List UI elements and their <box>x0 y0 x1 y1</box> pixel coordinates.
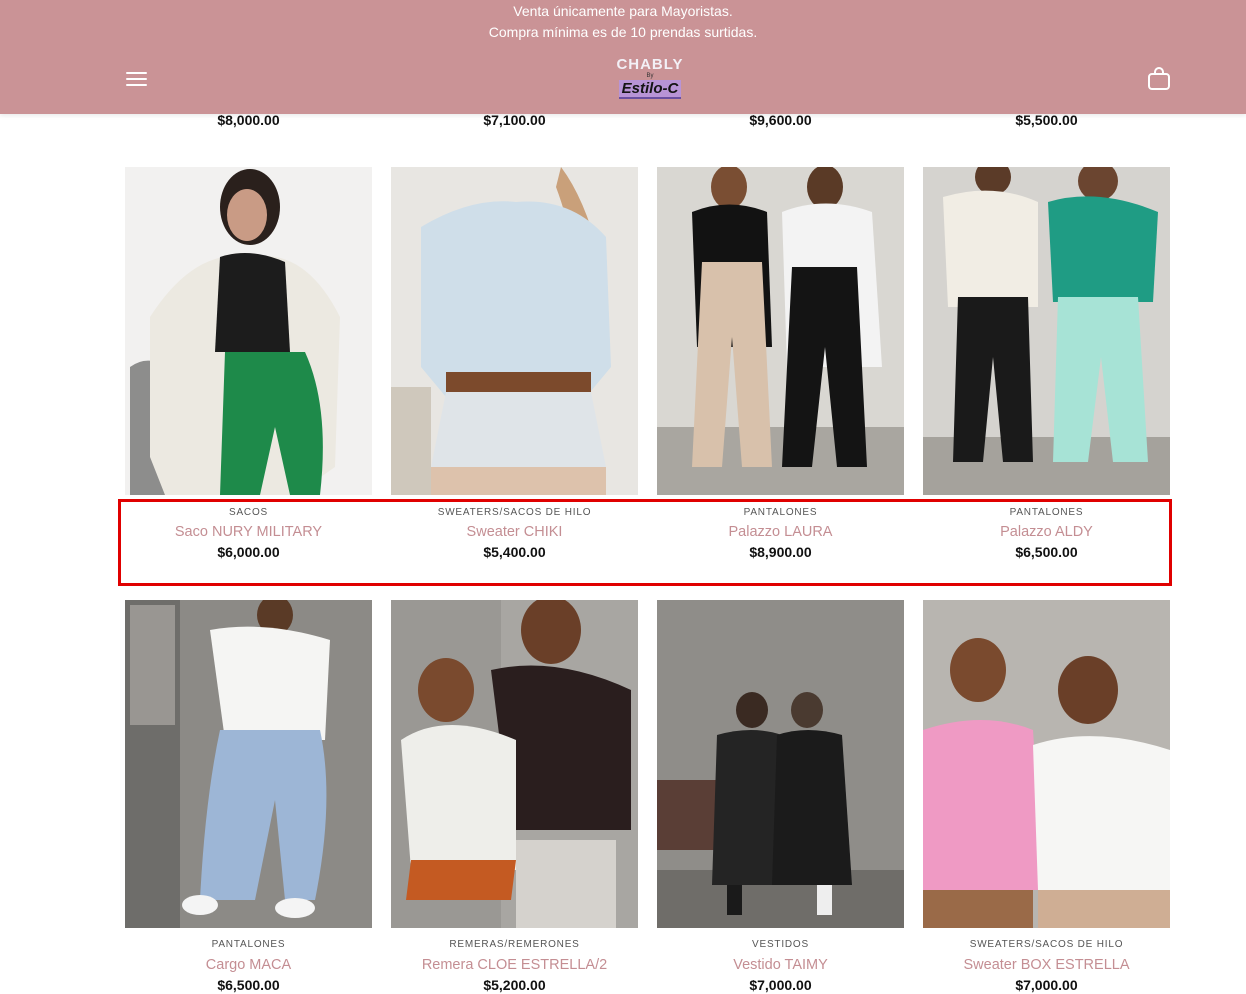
product-image[interactable] <box>125 600 372 928</box>
product-category: VESTIDOS <box>752 939 809 950</box>
product-name-link[interactable]: Sweater CHIKI <box>391 523 638 541</box>
product-image[interactable] <box>923 600 1170 928</box>
product-price: $8,900.00 <box>749 544 812 560</box>
product-name-link[interactable]: Vestido TAIMY <box>657 956 904 974</box>
product-category: SACOS <box>228 507 268 518</box>
logo-by-text: By <box>646 73 654 79</box>
hamburger-menu-icon[interactable] <box>126 70 148 88</box>
product-price: $7,000.00 <box>749 977 812 993</box>
product-name-link[interactable]: Cargo MACA <box>125 956 372 974</box>
product-price: $5,400.00 <box>483 544 546 560</box>
wholesale-notice: Venta únicamente para Mayoristas. <box>513 3 733 19</box>
product-price: $6,500.00 <box>1015 544 1078 560</box>
product-image[interactable] <box>657 167 904 495</box>
product-image[interactable] <box>125 167 372 495</box>
product-price: $6,000.00 <box>217 544 280 560</box>
product-name-link[interactable]: Remera CLOE ESTRELLA/2 <box>391 956 638 974</box>
product-category: SWEATERS/SACOS DE HILO <box>437 507 592 518</box>
product-category: SWEATERS/SACOS DE HILO <box>969 939 1124 950</box>
shopping-bag-icon[interactable] <box>1147 66 1171 91</box>
product-name-link[interactable]: Sweater BOX ESTRELLA <box>923 956 1170 974</box>
logo-brand-name: CHABLY <box>616 56 684 73</box>
product-category: REMERAS/REMERONES <box>449 939 580 950</box>
product-name-link[interactable]: Palazzo ALDY <box>923 523 1170 541</box>
product-name-link[interactable]: Saco NURY MILITARY <box>125 523 372 541</box>
product-image[interactable] <box>923 167 1170 495</box>
product-name-link[interactable]: Palazzo LAURA <box>657 523 904 541</box>
logo-sub-brand: Estilo-C <box>618 80 682 99</box>
product-category: PANTALONES <box>211 939 286 950</box>
product-image[interactable] <box>657 600 904 928</box>
product-category: PANTALONES <box>1009 507 1084 518</box>
product-image[interactable] <box>391 600 638 928</box>
site-header: Venta únicamente para Mayoristas. Compra… <box>0 0 1246 114</box>
product-price: $6,500.00 <box>217 977 280 993</box>
minimum-purchase-notice: Compra mínima es de 10 prendas surtidas. <box>488 24 758 40</box>
product-image[interactable] <box>391 167 638 495</box>
product-price: $7,000.00 <box>1015 977 1078 993</box>
site-logo[interactable]: CHABLY By Estilo-C <box>613 56 687 104</box>
product-price: $5,200.00 <box>483 977 546 993</box>
product-category: PANTALONES <box>743 507 818 518</box>
